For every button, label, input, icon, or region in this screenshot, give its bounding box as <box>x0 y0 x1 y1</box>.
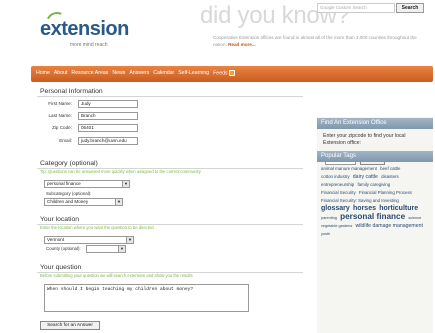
nav-resource-areas[interactable]: Resource Areas <box>71 70 108 76</box>
rss-feed-icon <box>228 70 235 76</box>
nav-feeds[interactable]: Feeds <box>213 70 235 76</box>
nav-items: Home About Resource Areas News Answers C… <box>36 70 235 76</box>
zip-code-label: Zip Code: <box>52 125 72 130</box>
extension-logo[interactable]: extension more mind reach <box>40 8 140 52</box>
category-select[interactable]: personal finance ▼ <box>44 180 130 188</box>
category-heading: Category (optional) <box>40 160 98 167</box>
find-office-heading: Find An Extension Office <box>317 118 433 129</box>
tag-link[interactable]: glossary <box>321 205 350 212</box>
nav-news[interactable]: News <box>112 70 125 76</box>
tag-link[interactable]: entrepreneurship <box>321 182 354 187</box>
question-tip: Before submitting your question we will … <box>40 273 193 278</box>
category-tip: Tip: Questions can be answered more quic… <box>40 169 202 174</box>
logo-wordmark: extension <box>40 18 129 40</box>
last-name-label: Last Name: <box>48 113 73 118</box>
tag-link[interactable]: personal finance <box>340 212 405 221</box>
tag-cloud: animal manure management beef cattle cot… <box>321 165 429 238</box>
tag-link[interactable]: disasters <box>381 174 399 179</box>
tag-link[interactable]: wildlife damage management <box>355 223 422 229</box>
tag-link[interactable]: Financial Security <box>321 190 356 195</box>
tag-link[interactable]: family caregiving <box>357 182 390 187</box>
tag-link[interactable]: horticulture <box>379 205 418 212</box>
nav-about[interactable]: About <box>54 70 68 76</box>
subcategory-select[interactable]: Children and Money ▼ <box>44 198 123 206</box>
tag-link[interactable]: vegetable gardens <box>321 224 352 228</box>
state-select[interactable]: Vermont ▼ <box>44 236 134 244</box>
tag-link[interactable]: horses <box>353 205 376 212</box>
section-divider <box>37 96 303 97</box>
nav-self-learning[interactable]: Self-Learning <box>178 70 209 76</box>
main-nav: Home About Resource Areas News Answers C… <box>31 66 433 82</box>
chevron-down-icon: ▼ <box>118 246 125 252</box>
nav-answers[interactable]: Answers <box>129 70 149 76</box>
tag-link[interactable]: cotton industry <box>321 174 350 179</box>
chevron-down-icon: ▼ <box>126 237 133 243</box>
tag-link[interactable]: youth <box>321 232 330 236</box>
email-label: Email: <box>59 138 72 143</box>
county-select[interactable]: ▼ <box>86 245 126 253</box>
did-you-know-text: Cooperative Extension offices are found … <box>213 35 417 47</box>
tag-link[interactable]: beef cattle <box>380 166 400 171</box>
tag-link[interactable]: Financial Planning Process <box>359 190 412 195</box>
tag-link[interactable]: animal manure management <box>321 166 377 171</box>
search-input[interactable]: Google Custom Search <box>317 3 395 13</box>
subcategory-label: Subcategory (optional): <box>46 191 92 196</box>
first-name-field[interactable]: Judy <box>78 100 138 108</box>
question-heading: Your question <box>40 264 82 271</box>
tag-link[interactable]: parenting <box>321 216 337 220</box>
search-for-answer-button[interactable]: Search for an Answer <box>40 321 100 330</box>
location-tip: Enter the location where you want the qu… <box>40 225 154 230</box>
tag-link[interactable]: science <box>408 216 421 220</box>
popular-tags-heading: Popular Tags <box>317 151 433 162</box>
last-name-field[interactable]: Branch <box>78 112 138 120</box>
chevron-down-icon: ▼ <box>115 199 122 205</box>
email-field[interactable]: judy.branch@uvm.edu <box>78 137 138 145</box>
find-office-text: Enter your zipcode to find your local Ex… <box>323 133 406 146</box>
chevron-down-icon: ▼ <box>122 181 129 187</box>
question-textarea[interactable]: When should I begin teaching my children… <box>44 284 249 312</box>
tag-link[interactable]: dairy cattle <box>353 174 378 180</box>
nav-calendar[interactable]: Calendar <box>153 70 174 76</box>
personal-info-heading: Personal Information <box>40 88 103 95</box>
read-more-link[interactable]: Read more... <box>228 42 256 47</box>
tag-link[interactable]: Financial Security: Saving and Investing <box>321 198 399 203</box>
search-button[interactable]: Search <box>396 3 424 13</box>
location-heading: Your location <box>40 216 80 223</box>
nav-home[interactable]: Home <box>36 70 50 76</box>
first-name-label: First Name: <box>48 101 72 106</box>
zip-code-field[interactable]: 05401 <box>78 124 138 132</box>
county-label: County (optional): <box>46 246 81 251</box>
logo-tagline: more mind reach <box>70 42 108 48</box>
